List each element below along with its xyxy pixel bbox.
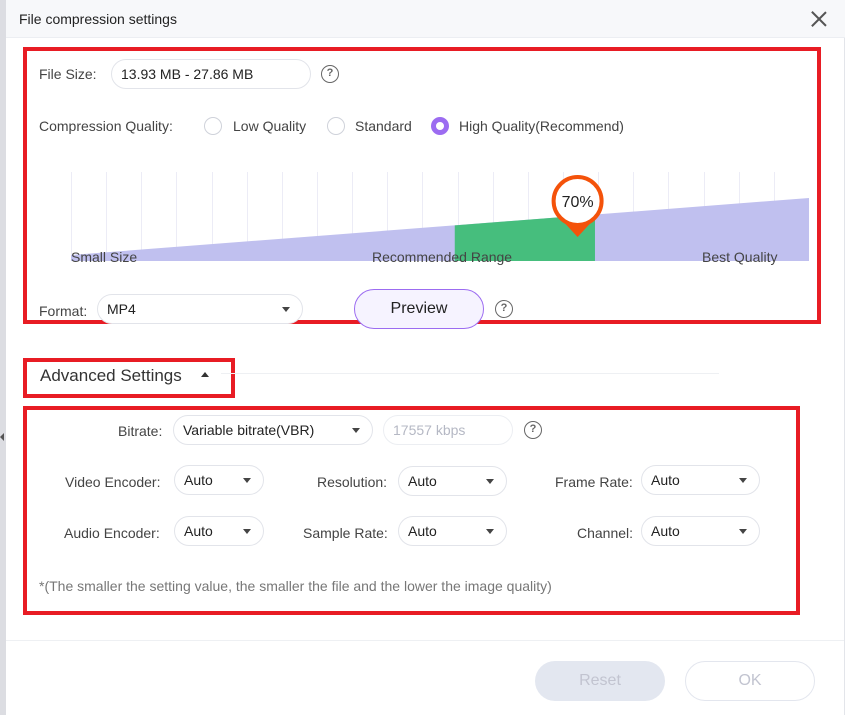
channel-select[interactable]: Auto	[641, 516, 760, 546]
footer-divider	[6, 640, 845, 641]
radio-high-quality[interactable]	[431, 117, 449, 135]
resolution-select[interactable]: Auto	[398, 466, 507, 496]
collapse-arrow-icon[interactable]	[0, 433, 4, 441]
high-quality-label[interactable]: High Quality(Recommend)	[459, 118, 624, 134]
audio-encoder-label: Audio Encoder:	[64, 525, 160, 541]
title-bar: File compression settings	[6, 0, 845, 38]
dialog-title: File compression settings	[19, 11, 177, 27]
divider	[221, 373, 719, 374]
bitrate-value: Variable bitrate(VBR)	[183, 422, 315, 438]
format-label: Format:	[39, 303, 88, 319]
channel-label: Channel:	[577, 525, 634, 541]
radio-low-quality[interactable]	[204, 117, 222, 135]
radio-standard[interactable]	[327, 117, 345, 135]
file-compression-dialog: File compression settings File Size: 13.…	[6, 0, 845, 715]
chevron-down-icon	[486, 479, 494, 484]
sample-rate-value: Auto	[408, 523, 437, 539]
preview-button[interactable]: Preview	[354, 289, 484, 329]
standard-label[interactable]: Standard	[355, 118, 412, 134]
sample-rate-label: Sample Rate:	[303, 525, 388, 541]
bitrate-help-icon[interactable]: ?	[524, 421, 542, 439]
bitrate-kbps-input[interactable]: 17557 kbps	[383, 415, 513, 445]
compression-quality-label: Compression Quality:	[39, 118, 173, 134]
channel-value: Auto	[651, 523, 680, 539]
chevron-down-icon	[352, 428, 360, 433]
frame-rate-label: Frame Rate:	[555, 474, 633, 490]
preview-help-icon[interactable]: ?	[495, 300, 513, 318]
chevron-down-icon	[739, 478, 747, 483]
advanced-settings-toggle[interactable]: Advanced Settings	[40, 366, 182, 386]
slider-value-label: 70%	[562, 194, 594, 211]
audio-encoder-value: Auto	[184, 523, 213, 539]
settings-note: *(The smaller the setting value, the sma…	[39, 578, 552, 594]
best-quality-label: Best Quality	[702, 249, 778, 265]
chevron-up-icon[interactable]	[201, 372, 209, 377]
chevron-down-icon	[243, 478, 251, 483]
close-icon[interactable]	[809, 9, 829, 29]
ok-button[interactable]: OK	[685, 661, 815, 701]
video-encoder-select[interactable]: Auto	[174, 465, 264, 495]
video-encoder-value: Auto	[184, 472, 213, 488]
chevron-down-icon	[282, 307, 290, 312]
sample-rate-select[interactable]: Auto	[398, 516, 507, 546]
format-value: MP4	[107, 301, 136, 317]
frame-rate-value: Auto	[651, 472, 680, 488]
format-select[interactable]: MP4	[97, 294, 303, 324]
chevron-down-icon	[739, 529, 747, 534]
file-size-field: 13.93 MB - 27.86 MB	[111, 59, 311, 89]
file-size-label: File Size:	[39, 66, 97, 82]
file-size-help-icon[interactable]: ?	[321, 65, 339, 83]
recommended-range-label: Recommended Range	[372, 249, 513, 265]
video-encoder-label: Video Encoder:	[65, 474, 161, 490]
resolution-value: Auto	[408, 473, 437, 489]
bitrate-label: Bitrate:	[118, 423, 163, 439]
resolution-label: Resolution:	[317, 474, 388, 490]
frame-rate-select[interactable]: Auto	[641, 465, 760, 495]
audio-encoder-select[interactable]: Auto	[174, 516, 264, 546]
low-quality-label[interactable]: Low Quality	[233, 118, 306, 134]
small-size-label: Small Size	[71, 249, 138, 265]
chevron-down-icon	[243, 529, 251, 534]
chevron-down-icon	[486, 529, 494, 534]
bitrate-select[interactable]: Variable bitrate(VBR)	[173, 415, 373, 445]
reset-button[interactable]: Reset	[535, 661, 665, 701]
